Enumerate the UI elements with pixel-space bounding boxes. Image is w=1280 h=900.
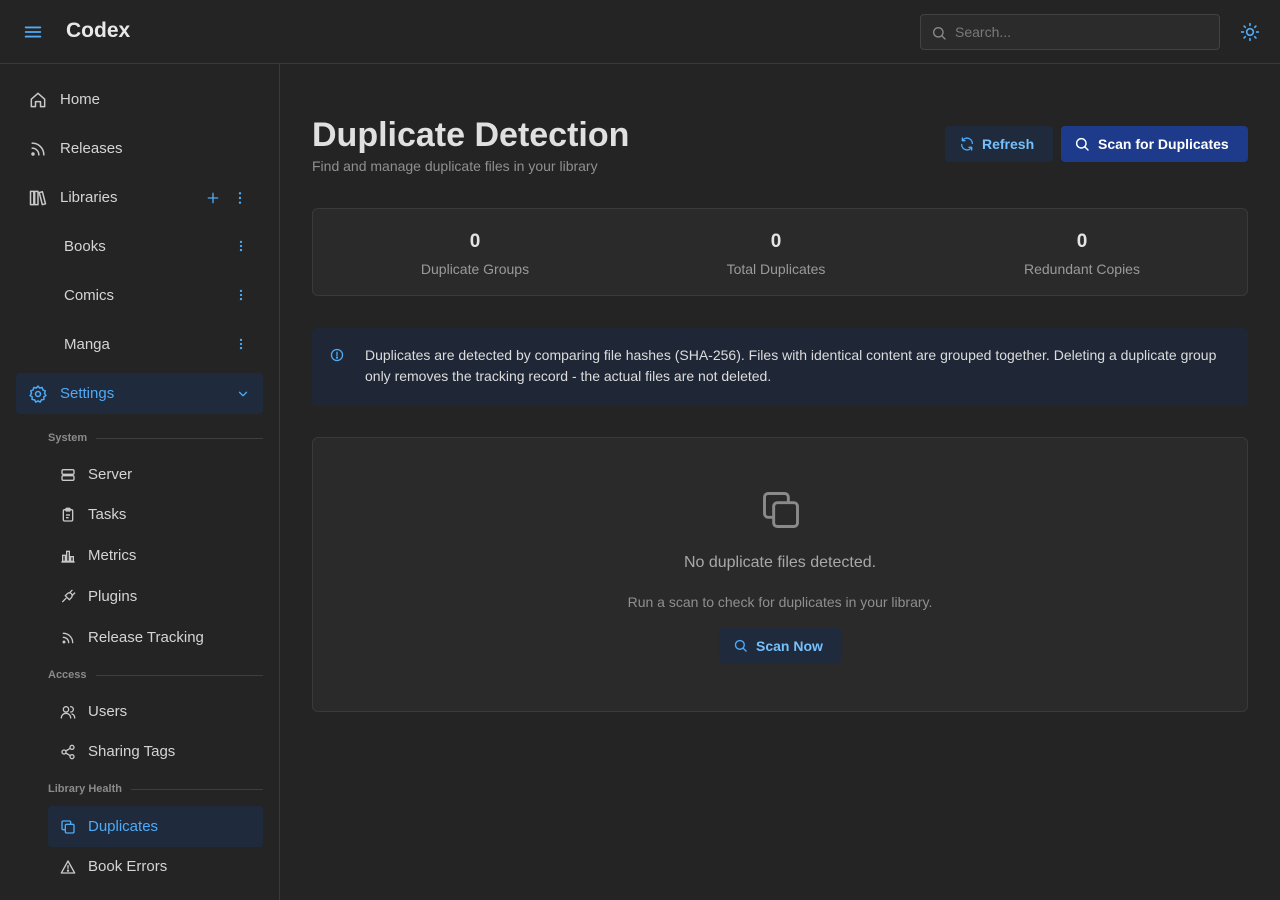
plug-icon (60, 589, 76, 605)
rss-icon (28, 139, 48, 159)
sidebar-item-label: Releases (60, 140, 123, 157)
sidebar-item-book-errors[interactable]: Book Errors (48, 846, 263, 887)
sidebar-item-label: Libraries (60, 189, 118, 206)
sidebar-item-settings[interactable]: Settings (16, 373, 263, 414)
sidebar-item-libraries[interactable]: Libraries (16, 177, 263, 218)
sidebar-item-label: Home (60, 91, 101, 108)
sidebar-item-label: Book Errors (88, 858, 168, 875)
stat-label: Redundant Copies (1024, 261, 1140, 277)
sidebar-item-comics[interactable]: Comics (16, 275, 263, 316)
sidebar-item-label: Sharing Tags (88, 743, 176, 760)
stat-value: 0 (1076, 231, 1088, 252)
library-menu-icon[interactable] (234, 337, 250, 353)
search-box (920, 14, 1220, 50)
info-icon (330, 348, 344, 362)
info-alert: Duplicates are detected by comparing fil… (312, 328, 1248, 406)
stats-card: 0 Duplicate Groups 0 Total Duplicates 0 … (312, 208, 1248, 296)
users-icon (60, 704, 76, 720)
section-label-library-health: Library Health (48, 783, 122, 795)
search-icon (733, 638, 748, 653)
stat-redundant-copies: 0 Redundant Copies (932, 231, 1232, 277)
libraries-menu-icon[interactable] (232, 190, 248, 206)
stat-label: Total Duplicates (726, 261, 826, 277)
add-library-icon[interactable] (205, 190, 221, 206)
stat-label: Duplicate Groups (420, 261, 530, 277)
section-label-access: Access (48, 669, 87, 681)
stat-total-duplicates: 0 Total Duplicates (626, 231, 926, 277)
section-divider (131, 789, 263, 790)
share-icon (60, 744, 76, 760)
books-icon (28, 188, 48, 208)
sidebar-item-plugins[interactable]: Plugins (48, 576, 263, 617)
refresh-button[interactable]: Refresh (945, 126, 1053, 162)
sidebar-item-label: Manga (64, 336, 110, 353)
library-menu-icon[interactable] (234, 239, 250, 255)
clipboard-icon (60, 507, 76, 523)
gear-icon (28, 384, 48, 404)
sidebar-item-duplicates[interactable]: Duplicates (48, 806, 263, 847)
bar-chart-icon (60, 548, 76, 564)
stat-value: 0 (770, 231, 782, 252)
copy-icon (759, 488, 803, 532)
rss-icon (60, 630, 76, 646)
info-text: Duplicates are detected by comparing fil… (365, 347, 1217, 384)
top-header: Codex (0, 0, 1280, 64)
warning-icon (60, 859, 76, 875)
scan-label: Scan for Duplicates (1098, 136, 1229, 152)
sidebar-item-label: Server (88, 466, 133, 483)
sidebar-item-manga[interactable]: Manga (16, 324, 263, 365)
sidebar-item-users[interactable]: Users (48, 691, 263, 732)
search-input[interactable] (955, 15, 1213, 49)
sidebar-item-label: Settings (60, 385, 115, 402)
empty-hint: Run a scan to check for duplicates in yo… (627, 594, 933, 610)
sidebar-item-label: Tasks (88, 506, 127, 523)
empty-message: No duplicate files detected. (683, 554, 877, 571)
stat-value: 0 (469, 231, 481, 252)
stat-duplicate-groups: 0 Duplicate Groups (325, 231, 625, 277)
sidebar-item-label: Books (64, 238, 106, 255)
page-subtitle: Find and manage duplicate files in your … (312, 158, 598, 174)
section-divider (96, 675, 263, 676)
section-divider (96, 438, 263, 439)
sidebar-item-label: Plugins (88, 588, 138, 605)
refresh-label: Refresh (982, 136, 1035, 152)
sidebar-item-sharing-tags[interactable]: Sharing Tags (48, 731, 263, 772)
sidebar-item-books[interactable]: Books (16, 226, 263, 267)
sidebar-item-label: Users (88, 703, 128, 720)
app-title[interactable]: Codex (66, 19, 130, 43)
sidebar-item-tasks[interactable]: Tasks (48, 494, 263, 535)
sidebar-item-label: Release Tracking (88, 629, 204, 646)
refresh-icon (959, 136, 975, 152)
sun-icon[interactable] (1240, 22, 1260, 42)
sidebar-item-home[interactable]: Home (16, 79, 263, 120)
scan-for-duplicates-button[interactable]: Scan for Duplicates (1061, 126, 1248, 162)
search-icon (1074, 136, 1090, 152)
sidebar-item-label: Comics (64, 287, 115, 304)
sidebar-item-server[interactable]: Server (48, 454, 263, 495)
section-label-system: System (48, 432, 88, 444)
empty-state: No duplicate files detected. Run a scan … (312, 437, 1248, 712)
sidebar-item-releases[interactable]: Releases (16, 128, 263, 169)
scan-now-label: Scan Now (756, 638, 823, 654)
sidebar-item-release-tracking[interactable]: Release Tracking (48, 617, 263, 658)
page-title: Duplicate Detection (312, 116, 630, 154)
sidebar-item-metrics[interactable]: Metrics (48, 535, 263, 576)
sidebar: Home Releases Libraries Books Comics Man… (0, 64, 280, 900)
home-icon (28, 90, 48, 110)
search-icon (931, 25, 947, 41)
sidebar-item-label: Metrics (88, 547, 137, 564)
sidebar-item-label: Duplicates (88, 818, 159, 835)
menu-icon[interactable] (22, 21, 44, 43)
copy-icon (60, 819, 76, 835)
scan-now-button[interactable]: Scan Now (719, 628, 841, 663)
chevron-down-icon (236, 387, 250, 401)
library-menu-icon[interactable] (234, 288, 250, 304)
server-icon (60, 467, 76, 483)
